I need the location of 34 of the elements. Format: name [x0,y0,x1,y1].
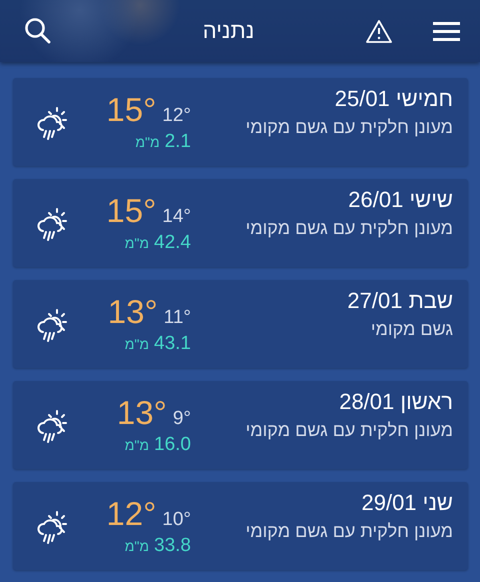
day-date: ראשון 28/01 [339,389,453,415]
rain-amount: 43.1 [154,333,191,355]
low-temperature: 14° [162,206,191,228]
rain-amount: 42.4 [154,232,191,254]
weather-description: גשם מקומי [370,319,453,340]
day-date: שבת 27/01 [347,288,453,314]
rain-amount: 33.8 [154,535,191,557]
high-temperature: 15° [106,91,156,129]
high-temperature: 13° [116,394,167,432]
high-temperature: 13° [108,293,158,331]
low-temperature: 11° [164,307,191,329]
day-date: שני 29/01 [361,490,453,516]
search-icon[interactable] [24,17,52,45]
rain-unit: מ"מ [124,336,150,352]
weather-description: מעונן חלקית עם גשם מקומי [246,218,453,239]
rain-unit: מ"מ [124,538,150,554]
low-temperature: 10° [162,509,191,531]
low-temperature: 12° [162,105,191,127]
weather-description: מעונן חלקית עם גשם מקומי [246,521,453,542]
high-temperature: 12° [106,495,156,533]
rain-unit: מ"מ [124,235,150,251]
rain-unit: מ"מ [135,134,160,150]
low-temperature: 9° [172,408,191,430]
warning-icon[interactable] [364,18,393,44]
rain-amount: 16.0 [154,434,191,456]
city-title: נתניה [202,18,254,44]
menu-icon[interactable] [432,20,460,42]
weather-description: מעונן חלקית עם גשם מקומי [246,420,453,441]
high-temperature: 15° [106,192,156,230]
day-date: שישי 26/01 [348,187,453,213]
rain-unit: מ"מ [124,437,150,453]
rain-amount: 2.1 [164,131,191,153]
day-date: חמישי 25/01 [334,86,453,112]
weather-description: מעונן חלקית עם גשם מקומי [246,117,453,138]
